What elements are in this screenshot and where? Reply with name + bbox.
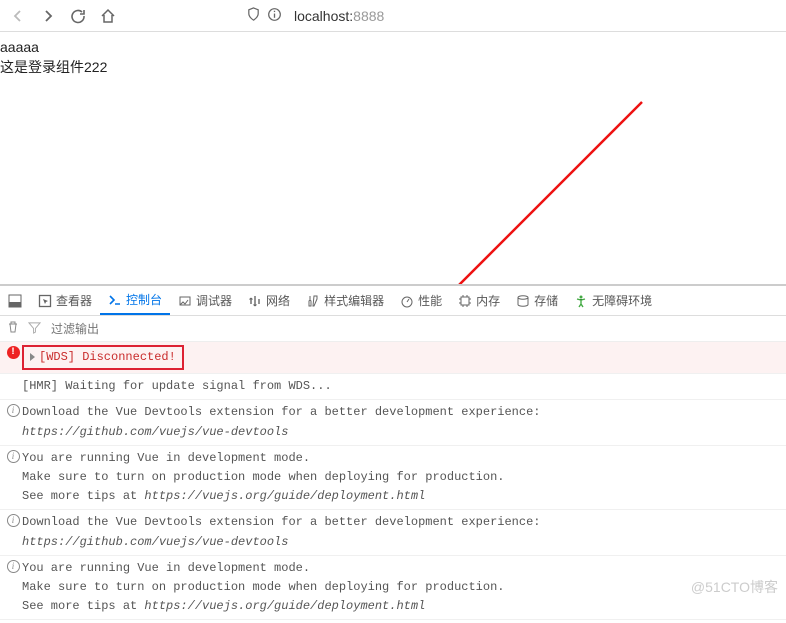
console-icon bbox=[108, 293, 122, 307]
inspector-icon bbox=[38, 294, 52, 308]
console-row[interactable]: i Download the Vue Devtools extension fo… bbox=[0, 400, 786, 445]
console-output[interactable]: ! [WDS] Disconnected! [HMR] Waiting for … bbox=[0, 342, 786, 623]
tab-performance[interactable]: 性能 bbox=[392, 286, 450, 315]
devtools-dock-button[interactable] bbox=[0, 286, 30, 315]
tab-memory[interactable]: 内存 bbox=[450, 286, 508, 315]
nav-home-button[interactable] bbox=[94, 2, 122, 30]
console-row-error[interactable]: ! [WDS] Disconnected! bbox=[0, 342, 786, 374]
error-icon: ! bbox=[7, 346, 20, 359]
storage-icon bbox=[516, 294, 530, 308]
memory-icon bbox=[458, 294, 472, 308]
devtools-tabs: 查看器 控制台 调试器 网络 样式编辑器 性能 内存 存储 无障碍环境 bbox=[0, 286, 786, 316]
url-text: localhost:8888 bbox=[294, 8, 384, 24]
console-row[interactable]: i You are running Vue in development mod… bbox=[0, 446, 786, 511]
shield-icon bbox=[246, 7, 261, 25]
nav-back-button[interactable] bbox=[4, 2, 32, 30]
browser-toolbar: localhost:8888 bbox=[0, 0, 786, 32]
nav-forward-button[interactable] bbox=[34, 2, 62, 30]
tab-network[interactable]: 网络 bbox=[240, 286, 298, 315]
trash-icon[interactable] bbox=[6, 320, 20, 337]
info-icon bbox=[267, 7, 282, 25]
tab-storage[interactable]: 存储 bbox=[508, 286, 566, 315]
console-row[interactable]: i Download the Vue Devtools extension fo… bbox=[0, 510, 786, 555]
performance-icon bbox=[400, 294, 414, 308]
console-filter-bar bbox=[0, 316, 786, 342]
filter-input[interactable] bbox=[49, 321, 780, 337]
tab-inspector[interactable]: 查看器 bbox=[30, 286, 100, 315]
address-bar[interactable]: localhost:8888 bbox=[246, 7, 384, 25]
tab-console[interactable]: 控制台 bbox=[100, 286, 170, 315]
filter-icon[interactable] bbox=[28, 321, 41, 337]
page-line-2: 这是登录组件222 bbox=[0, 58, 782, 78]
style-icon bbox=[306, 294, 320, 308]
tab-debugger[interactable]: 调试器 bbox=[170, 286, 240, 315]
debugger-icon bbox=[178, 294, 192, 308]
network-icon bbox=[248, 294, 262, 308]
tab-accessibility[interactable]: 无障碍环境 bbox=[566, 286, 660, 315]
info-icon: i bbox=[7, 560, 20, 573]
page-line-1: aaaaa bbox=[0, 38, 782, 58]
devtools-panel: 查看器 控制台 调试器 网络 样式编辑器 性能 内存 存储 无障碍环境 ! [W… bbox=[0, 284, 786, 623]
info-icon: i bbox=[7, 514, 20, 527]
console-row[interactable]: [HMR] Waiting for update signal from WDS… bbox=[0, 374, 786, 400]
console-row[interactable]: i You are running Vue in development mod… bbox=[0, 556, 786, 621]
nav-reload-button[interactable] bbox=[64, 2, 92, 30]
tab-style-editor[interactable]: 样式编辑器 bbox=[298, 286, 392, 315]
info-icon: i bbox=[7, 450, 20, 463]
expand-icon[interactable] bbox=[30, 353, 35, 361]
page-content: aaaaa 这是登录组件222 bbox=[0, 32, 786, 77]
accessibility-icon bbox=[574, 294, 588, 308]
info-icon: i bbox=[7, 404, 20, 417]
